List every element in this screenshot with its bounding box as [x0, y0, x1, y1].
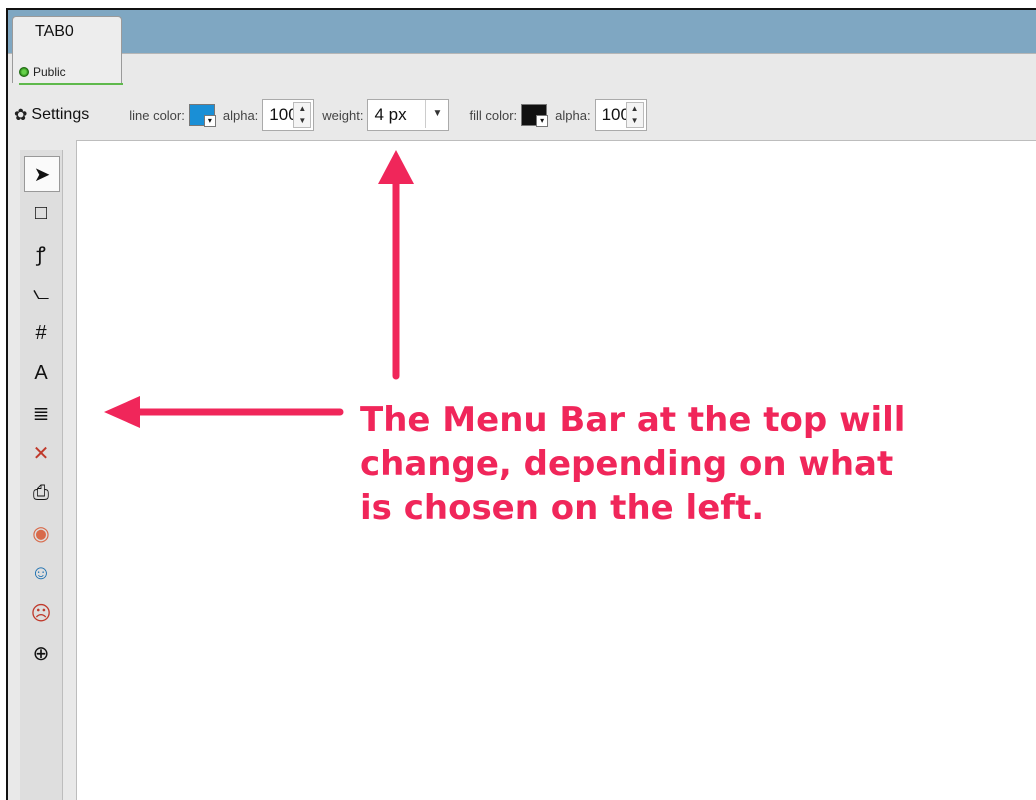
annotation-line-2: change, depending on what: [360, 444, 894, 484]
left-arrow-head: [104, 396, 140, 428]
annotation-text: The Menu Bar at the top will change, dep…: [360, 398, 980, 530]
tab-visibility: Public: [19, 61, 123, 85]
public-status-icon: [19, 67, 29, 77]
tab-tab0[interactable]: TAB0 Public: [12, 16, 123, 85]
up-arrow-head: [378, 150, 414, 184]
annotation-line-1: The Menu Bar at the top will: [360, 400, 906, 440]
tab-visibility-label: Public: [33, 65, 66, 79]
annotation-line-3: is chosen on the left.: [360, 488, 765, 528]
tab-title: TAB0: [35, 23, 74, 40]
